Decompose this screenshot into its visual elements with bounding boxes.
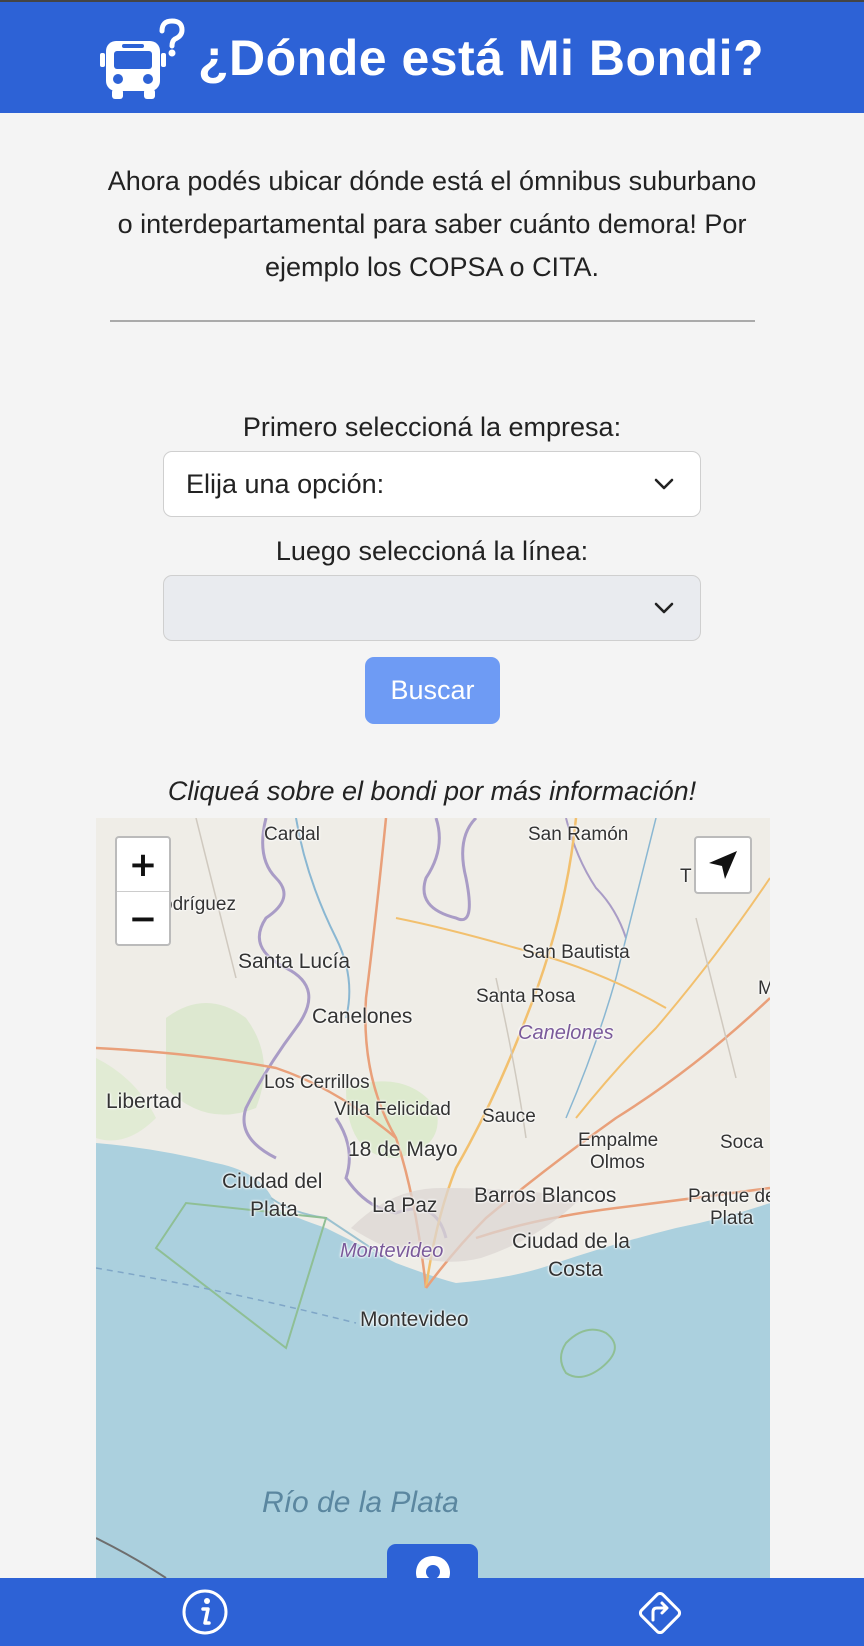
- company-select-value: Elija una opción:: [186, 468, 385, 499]
- place-label: Montevideo: [360, 1308, 469, 1331]
- place-label: San Ramón: [528, 824, 629, 845]
- place-label: Plata: [710, 1208, 754, 1229]
- place-label: 18 de Mayo: [348, 1138, 458, 1161]
- search-button[interactable]: Buscar: [365, 657, 500, 724]
- app-title: ¿Dónde está Mi Bondi?: [197, 29, 765, 86]
- info-icon[interactable]: [181, 1588, 229, 1636]
- place-label: Libertad: [106, 1090, 182, 1113]
- place-label: Sauce: [482, 1106, 536, 1127]
- place-label: Costa: [548, 1258, 603, 1281]
- place-label: Parque de: [688, 1186, 770, 1207]
- place-label: Barros Blancos: [474, 1184, 617, 1207]
- navigation-arrow-icon: [709, 851, 737, 879]
- place-label: Olmos: [590, 1152, 645, 1173]
- place-label: Empalme: [578, 1130, 659, 1151]
- place-label: Río de la Plata: [262, 1486, 459, 1519]
- directions-icon[interactable]: [635, 1588, 685, 1638]
- place-label: Montevideo: [340, 1240, 444, 1262]
- line-label: Luego seleccioná la línea:: [275, 536, 589, 566]
- company-select[interactable]: Elija una opción:: [163, 451, 701, 517]
- chevron-down-icon: [654, 602, 674, 614]
- divider: [110, 320, 755, 322]
- intro-text: Ahora podés ubicar dónde está el ómnibus…: [107, 166, 757, 282]
- place-label: Santa Lucía: [238, 950, 351, 973]
- map-view[interactable]: Cardal San Ramón T odríguez Santa Lucía …: [96, 818, 770, 1578]
- company-label: Primero seleccioná la empresa:: [242, 412, 622, 442]
- place-label: Los Cerrillos: [264, 1072, 370, 1093]
- place-label: M: [758, 978, 770, 999]
- place-label: T: [680, 866, 692, 887]
- place-label: Ciudad del: [222, 1170, 323, 1193]
- place-label: odríguez: [162, 894, 236, 915]
- chevron-down-icon: [654, 478, 674, 490]
- place-label: La Paz: [372, 1194, 438, 1217]
- place-label: Santa Rosa: [476, 986, 576, 1007]
- map-hint: Cliqueá sobre el bondi por más informaci…: [167, 776, 697, 806]
- app-header: ¿Dónde está Mi Bondi?: [0, 0, 864, 113]
- place-label: Ciudad de la: [512, 1230, 630, 1253]
- place-label: Canelones: [312, 1005, 413, 1028]
- place-label: Villa Felicidad: [334, 1099, 451, 1120]
- place-label: Plata: [250, 1198, 298, 1221]
- bottom-nav: [0, 1578, 864, 1646]
- locate-button[interactable]: [694, 836, 752, 894]
- place-label: Soca: [720, 1132, 764, 1153]
- zoom-in-button[interactable]: +: [117, 838, 169, 892]
- zoom-control: + −: [115, 836, 171, 946]
- place-label: Canelones: [518, 1022, 614, 1044]
- place-label: San Bautista: [522, 942, 630, 963]
- line-select[interactable]: [163, 575, 701, 641]
- place-label: Cardal: [264, 824, 320, 845]
- bus-question-icon: [99, 17, 185, 99]
- zoom-out-button[interactable]: −: [117, 892, 169, 945]
